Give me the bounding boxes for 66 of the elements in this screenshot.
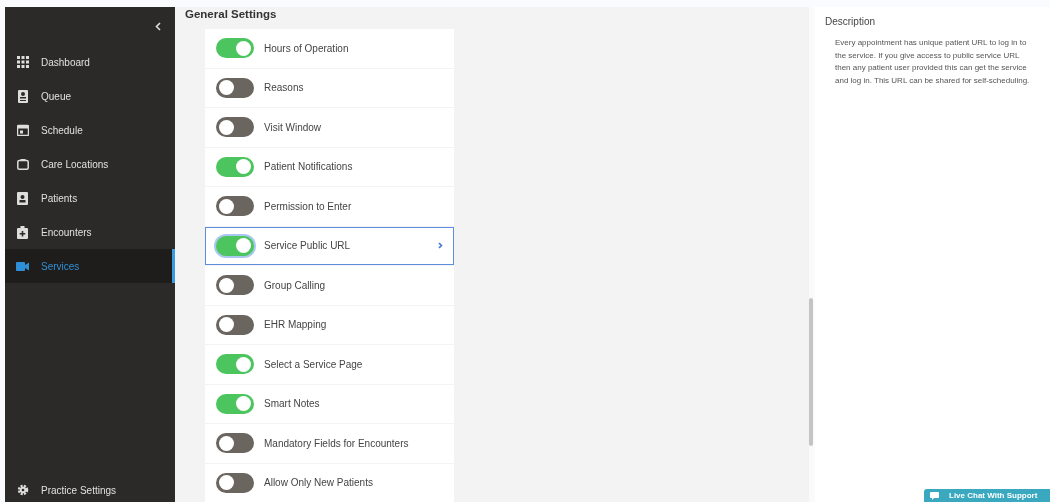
grid-icon [16, 56, 29, 68]
setting-label: Mandatory Fields for Encounters [264, 437, 410, 449]
toggle-switch[interactable] [216, 433, 254, 454]
setting-row[interactable]: Visit Window [205, 108, 454, 147]
nav-label: Patients [41, 192, 78, 204]
setting-label: Service Public URL [264, 240, 352, 252]
sidebar-item[interactable]: Care Locations [5, 147, 175, 181]
badge-icon [17, 89, 28, 103]
calendar-icon [16, 124, 29, 136]
setting-label: Patient Notifications [264, 161, 354, 173]
sidebar-item[interactable]: Queue [5, 79, 175, 113]
box-icon [16, 158, 29, 170]
toggle-switch[interactable] [216, 117, 254, 138]
toggle-switch[interactable] [216, 196, 254, 217]
panel-title: Description [825, 16, 877, 27]
toggle-switch[interactable] [216, 38, 254, 59]
setting-label: Permission to Enter [264, 200, 353, 212]
setting-row[interactable]: Service Public URL [205, 226, 454, 265]
sidebar-item[interactable]: Services [5, 249, 175, 283]
toggle-switch[interactable] [216, 235, 254, 256]
gear-icon [17, 484, 29, 496]
toggle-switch[interactable] [216, 314, 254, 335]
setting-label: Allow Only New Patients [264, 477, 374, 489]
nav-label: Queue [41, 90, 72, 102]
setting-row[interactable]: EHR Mapping [205, 305, 454, 344]
setting-row[interactable]: Hours of Operation [205, 29, 454, 68]
chevron-left-icon[interactable] [155, 21, 161, 31]
setting-label: Visit Window [264, 121, 323, 133]
description-text: Every appointment has unique patient URL to log in to the service. If you give access to public service URL then any patient user provided this can get the service and log in. This URL can be shared for self-scheduling. [835, 37, 1031, 87]
setting-label: Smart Notes [264, 398, 321, 410]
id-card-icon [17, 191, 28, 205]
setting-label: Hours of Operation [264, 42, 350, 54]
chat-bubble-icon [930, 491, 939, 500]
medical-case-icon [17, 225, 28, 239]
nav-label: Schedule [41, 124, 83, 136]
toggle-switch[interactable] [216, 275, 254, 296]
nav-label: Services [41, 260, 80, 272]
sidebar-item[interactable]: Patients [5, 181, 175, 215]
toggle-switch[interactable] [216, 354, 254, 375]
sidebar-item[interactable]: Encounters [5, 215, 175, 249]
setting-row[interactable]: Allow Only New Patients [205, 463, 454, 502]
sidebar-item[interactable]: Practice Settings [5, 484, 175, 502]
setting-row[interactable]: Mandatory Fields for Encounters [205, 424, 454, 463]
nav-label: Care Locations [41, 158, 109, 170]
scrollbar-thumb[interactable] [809, 298, 813, 446]
toggle-switch[interactable] [216, 472, 254, 493]
setting-row[interactable]: Group Calling [205, 266, 454, 305]
nav-label: Encounters [41, 226, 92, 238]
section-title: General Settings [185, 7, 278, 22]
setting-row[interactable]: Reasons [205, 68, 454, 107]
setting-label: Reasons [264, 82, 305, 94]
sidebar-item[interactable]: Schedule [5, 113, 175, 147]
toggle-switch[interactable] [216, 393, 254, 414]
setting-label: Group Calling [264, 279, 327, 291]
setting-row[interactable]: Patient Notifications [205, 147, 454, 186]
toggle-switch[interactable] [216, 156, 254, 177]
nav-label: Dashboard [41, 56, 90, 68]
setting-row[interactable]: Permission to Enter [205, 187, 454, 226]
toggle-switch[interactable] [216, 77, 254, 98]
chevron-right-icon [438, 242, 443, 250]
setting-row[interactable]: Select a Service Page [205, 345, 454, 384]
sidebar-item[interactable]: Dashboard [5, 45, 175, 79]
setting-row[interactable]: Smart Notes [205, 384, 454, 423]
video-camera-icon [16, 261, 29, 271]
setting-label: Select a Service Page [264, 358, 364, 370]
setting-label: EHR Mapping [264, 319, 328, 331]
